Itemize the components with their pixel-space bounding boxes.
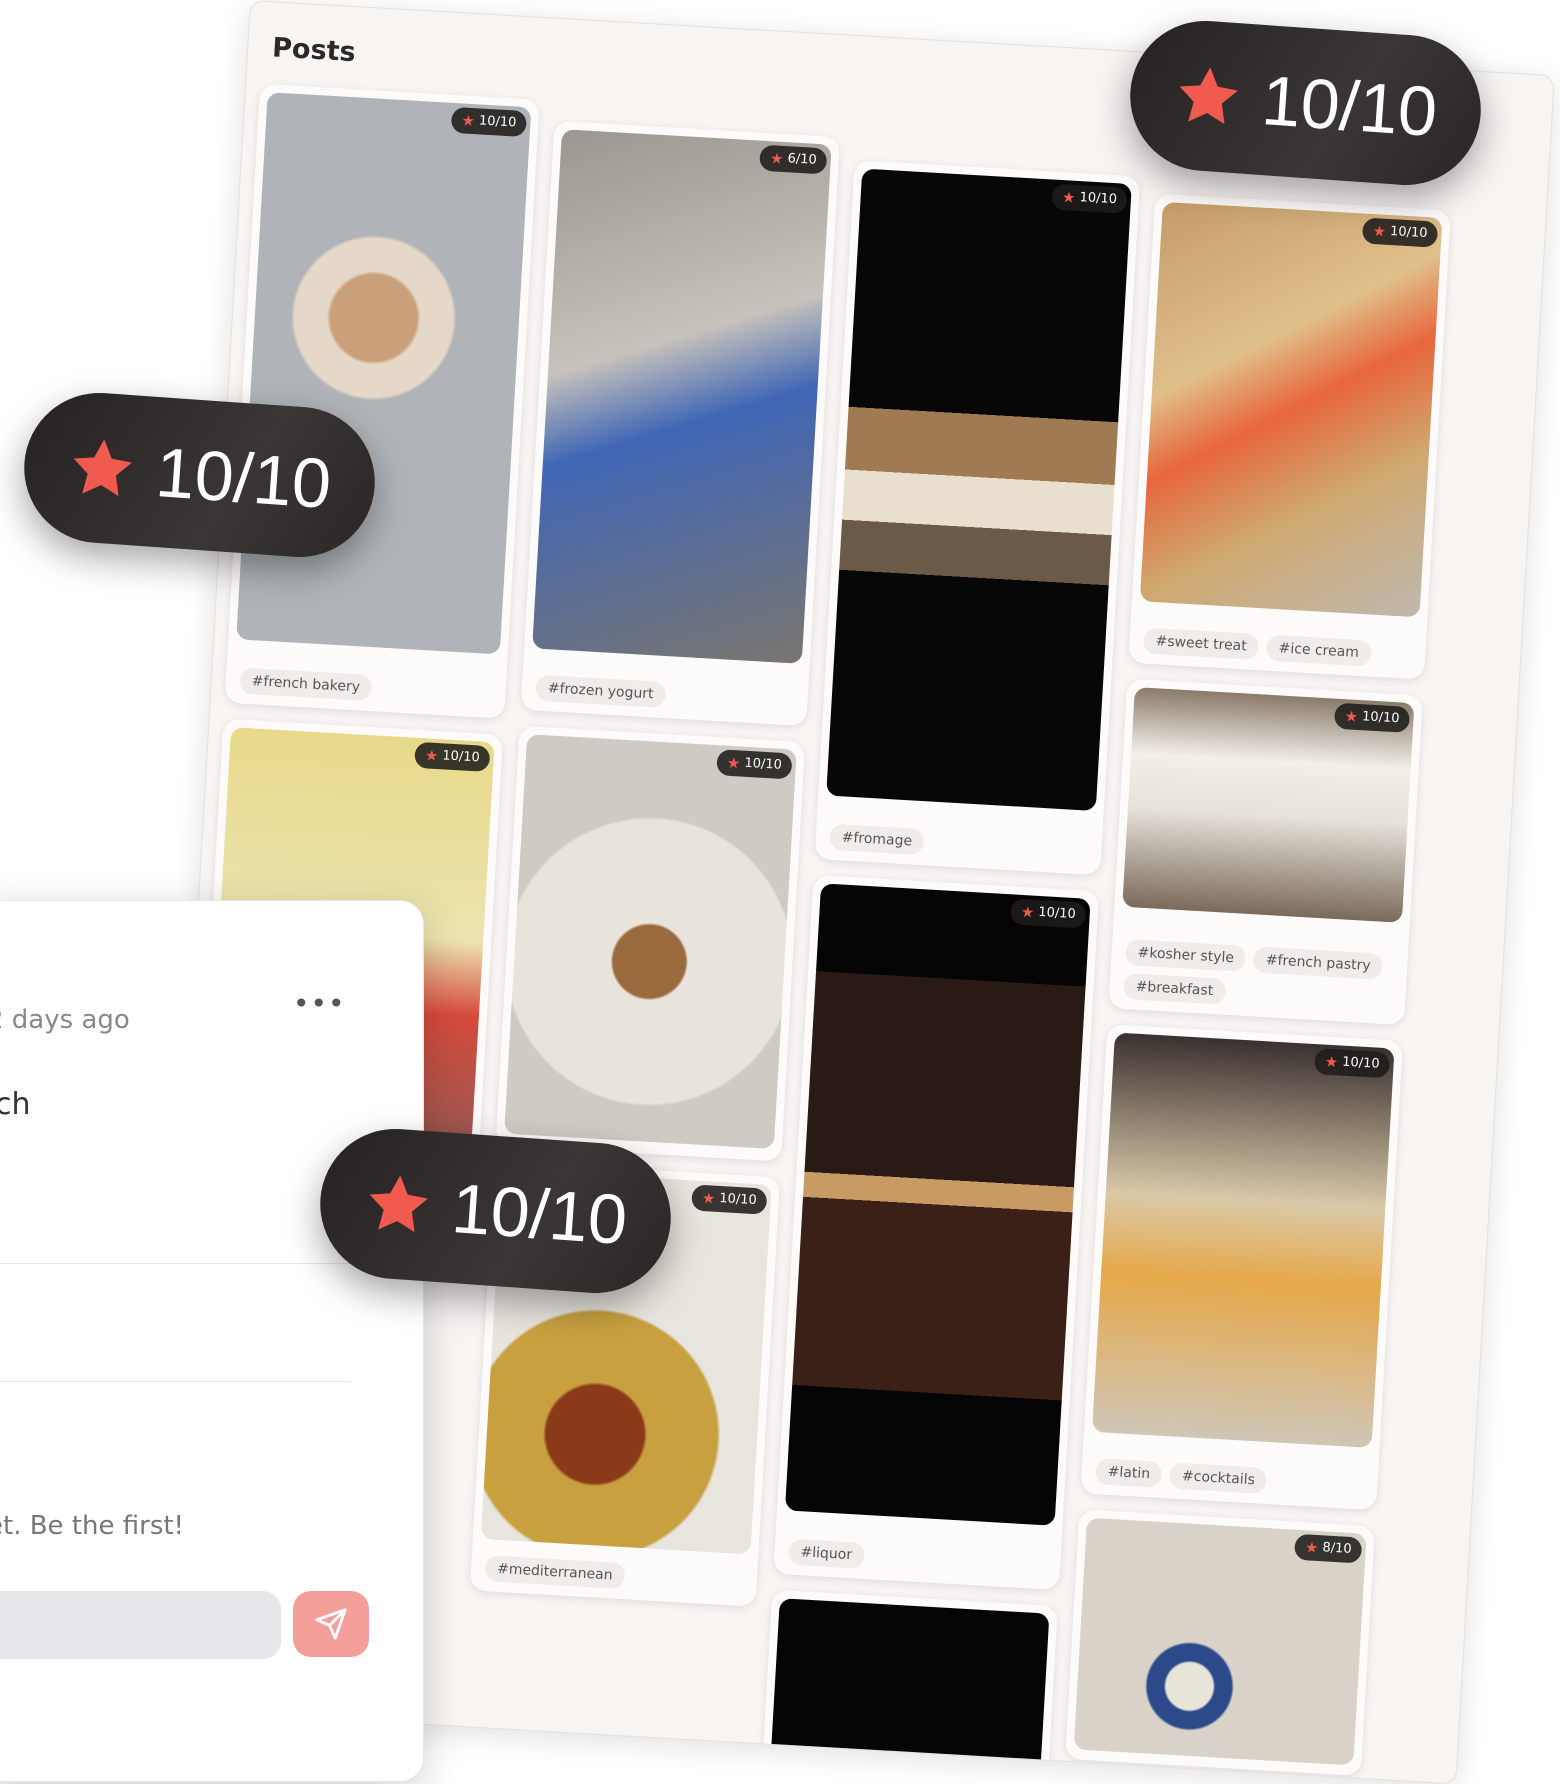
post-photo[interactable]: [769, 1598, 1050, 1784]
post-card[interactable]: ★ 10/10 #kosher style #french pastry #bre…: [1108, 678, 1423, 1026]
star-icon: ★: [1344, 707, 1359, 726]
tag-chip[interactable]: #latin: [1094, 1458, 1163, 1488]
post-author[interactable]: ch: [0, 1087, 31, 1122]
rating-pill: 10/10: [1125, 15, 1486, 191]
star-icon: ★: [1372, 222, 1387, 241]
post-card[interactable]: ★ 8/10: [1065, 1509, 1376, 1776]
send-icon: [315, 1608, 347, 1640]
star-icon: ★: [726, 753, 741, 773]
comment-input[interactable]: [0, 1591, 281, 1659]
rating-badge: ★ 10/10: [1051, 183, 1128, 214]
rating-badge: ★ 10/10: [1314, 1048, 1391, 1079]
star-icon: [1179, 67, 1238, 125]
tag-chip[interactable]: #ice cream: [1265, 634, 1372, 667]
tag-chip[interactable]: #frozen yogurt: [535, 674, 667, 709]
tag-list: #kosher style #french pastry #breakfast: [1122, 939, 1398, 1015]
rating-badge: ★ 10/10: [691, 1184, 768, 1215]
rating-badge: ★ 10/10: [1010, 898, 1087, 929]
post-photo[interactable]: [504, 734, 797, 1150]
post-timestamp: 2 days ago: [0, 1005, 130, 1035]
post-card[interactable]: ★ 10/10 #sweet treat #ice cream: [1128, 193, 1451, 680]
post-card[interactable]: ★ 10/10 #latin #cocktails: [1080, 1024, 1403, 1511]
send-comment-button[interactable]: [293, 1591, 369, 1657]
tag-list: #sweet treat #ice cream: [1142, 627, 1416, 670]
page-title: Posts: [271, 32, 357, 69]
tag-list: #mediterranean: [484, 1555, 747, 1596]
post-photo[interactable]: [236, 92, 532, 655]
star-icon: ★: [1304, 1538, 1319, 1558]
rating-badge: ★ 10/10: [716, 749, 793, 780]
post-detail-panel: 2 days ago ••• ch et. Be the first!: [0, 900, 424, 1782]
star-icon: ★: [424, 746, 439, 766]
post-photo[interactable]: [1091, 1032, 1395, 1448]
tag-list: #latin #cocktails: [1094, 1458, 1368, 1500]
tag-chip[interactable]: #fromage: [829, 823, 925, 856]
post-photo[interactable]: [826, 168, 1132, 812]
no-comments-message: et. Be the first!: [0, 1511, 184, 1541]
star-icon: ★: [1061, 188, 1077, 207]
star-icon: ★: [460, 111, 476, 131]
tag-chip[interactable]: #kosher style: [1124, 939, 1247, 972]
rating-badge: ★ 6/10: [759, 144, 828, 175]
tag-list: #frozen yogurt: [535, 674, 798, 716]
rating-pill: 10/10: [315, 1123, 676, 1299]
post-card[interactable]: ★ 10/10 #liquor: [773, 874, 1100, 1591]
star-icon: [369, 1175, 428, 1233]
post-photo[interactable]: [784, 883, 1091, 1526]
rating-badge: ★ 10/10: [450, 106, 528, 138]
post-card[interactable]: [760, 1589, 1058, 1784]
tag-chip[interactable]: #liquor: [787, 1538, 865, 1569]
rating-badge: ★ 10/10: [1333, 702, 1411, 733]
post-card[interactable]: ★ 6/10 #frozen yogurt: [520, 120, 841, 727]
rating-badge: ★ 10/10: [1361, 217, 1439, 248]
tag-list: #fromage: [829, 823, 1092, 865]
post-card[interactable]: ★ 10/10 #french bakery: [224, 83, 540, 719]
star-icon: ★: [701, 1189, 716, 1208]
more-options-button[interactable]: •••: [293, 987, 346, 1020]
rating-badge: ★ 10/10: [414, 741, 491, 773]
rating-pill: 10/10: [19, 387, 380, 563]
star-icon: ★: [1324, 1052, 1339, 1072]
post-card[interactable]: ★ 10/10 #fromage: [814, 160, 1141, 876]
tag-list: #french bakery: [239, 667, 496, 709]
tag-chip[interactable]: #mediterranean: [484, 1555, 626, 1590]
divider: [0, 1381, 351, 1382]
rating-badge: ★ 8/10: [1294, 1533, 1363, 1564]
tag-chip[interactable]: #breakfast: [1122, 972, 1226, 1005]
post-card[interactable]: ★ 10/10: [495, 725, 806, 1162]
star-icon: ★: [1020, 902, 1035, 922]
tag-chip[interactable]: #french bakery: [239, 667, 373, 702]
star-icon: ★: [769, 149, 785, 168]
star-icon: [73, 439, 132, 497]
divider: [0, 1263, 351, 1264]
post-photo[interactable]: [1139, 201, 1443, 618]
post-photo[interactable]: [532, 129, 832, 664]
tag-list: #liquor: [787, 1538, 1051, 1580]
tag-chip[interactable]: #french pastry: [1253, 946, 1384, 980]
tag-chip[interactable]: #sweet treat: [1142, 627, 1260, 661]
tag-chip[interactable]: #cocktails: [1169, 1462, 1268, 1494]
